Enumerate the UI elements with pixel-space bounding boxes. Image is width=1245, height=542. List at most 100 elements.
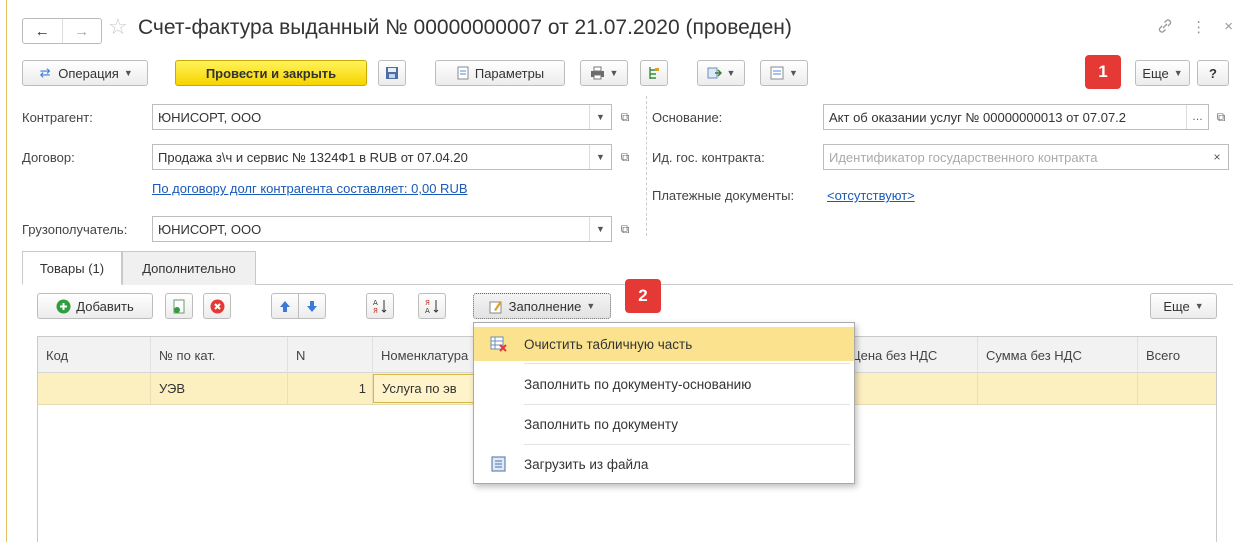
- menu-item-fill-by-basis[interactable]: Заполнить по документу-основанию: [474, 367, 854, 401]
- more-vertical-icon[interactable]: ⋮: [1191, 18, 1206, 38]
- contract-label: Договор:: [22, 150, 75, 165]
- column-header[interactable]: Код: [38, 337, 151, 373]
- menu-separator: [524, 444, 850, 445]
- arrow-down-icon: [307, 300, 317, 312]
- payment-docs-link[interactable]: <отсутствуют>: [827, 188, 915, 203]
- cell-catalog-number[interactable]: УЭВ: [151, 373, 288, 404]
- annotation-badge-1: 1: [1085, 55, 1121, 89]
- load-file-icon: [491, 456, 506, 472]
- column-header[interactable]: Всего: [1138, 337, 1218, 373]
- help-label: ?: [1209, 65, 1217, 81]
- help-button[interactable]: ?: [1197, 60, 1229, 86]
- gov-contract-input[interactable]: Идентификатор государственного контракта…: [823, 144, 1229, 170]
- open-basis-icon[interactable]: ⧉: [1211, 104, 1231, 130]
- delete-icon: [210, 299, 224, 313]
- menu-separator: [524, 363, 850, 364]
- save-button[interactable]: [378, 60, 406, 86]
- menu-item-label: Заполнить по документу: [524, 416, 678, 432]
- post-and-close-button[interactable]: Провести и закрыть: [175, 60, 367, 86]
- svg-text:Я: Я: [373, 307, 378, 314]
- tab-additional[interactable]: Дополнительно: [122, 251, 256, 285]
- column-header[interactable]: № по кат.: [151, 337, 288, 373]
- move-up-button[interactable]: [271, 293, 299, 319]
- menu-item-label: Заполнить по документу-основанию: [524, 376, 752, 392]
- svg-text:А: А: [373, 299, 378, 307]
- printer-icon: [590, 66, 604, 80]
- create-based-on-button[interactable]: ▼: [697, 60, 745, 86]
- sort-desc-button[interactable]: ЯА: [418, 293, 446, 319]
- fill-icon: [489, 300, 502, 313]
- counterparty-value: ЮНИСОРТ, ООО: [158, 109, 262, 125]
- cell-sum[interactable]: [978, 373, 1138, 404]
- cell-total[interactable]: [1138, 373, 1218, 404]
- structure-icon: [649, 67, 659, 79]
- cell-price[interactable]: [843, 373, 978, 404]
- add-row-button[interactable]: Добавить: [37, 293, 153, 319]
- tab-goods[interactable]: Товары (1): [22, 251, 122, 285]
- svg-text:А: А: [425, 307, 430, 314]
- operation-button[interactable]: ⇄ Операция ▼: [22, 60, 148, 86]
- forward-button[interactable]: →: [61, 19, 102, 43]
- back-button[interactable]: ←: [23, 19, 62, 43]
- open-contract-icon[interactable]: ⧉: [615, 144, 635, 170]
- consignee-field[interactable]: ЮНИСОРТ, ООО ▼: [152, 216, 612, 242]
- basis-value: Акт об оказании услуг № 00000000013 от 0…: [829, 109, 1127, 125]
- menu-item-load-from-file[interactable]: Загрузить из файла: [474, 447, 854, 481]
- chevron-down-icon: ▼: [123, 68, 133, 78]
- cell-line-number[interactable]: 1: [288, 373, 373, 404]
- column-header[interactable]: N: [288, 337, 373, 373]
- more-button[interactable]: Еще ▼: [1135, 60, 1190, 86]
- fill-button[interactable]: Заполнение ▼: [473, 293, 611, 319]
- basis-label: Основание:: [652, 110, 723, 125]
- report-button[interactable]: ▼: [760, 60, 808, 86]
- consignee-label: Грузополучатель:: [22, 222, 128, 237]
- open-consignee-icon[interactable]: ⧉: [615, 216, 635, 242]
- delete-row-button[interactable]: [203, 293, 231, 319]
- print-button[interactable]: ▼: [580, 60, 628, 86]
- chevron-down-icon: ▼: [789, 68, 798, 78]
- payment-docs-label: Платежные документы:: [652, 188, 795, 203]
- contract-field[interactable]: Продажа з\ч и сервис № 1324Ф1 в RUB от 0…: [152, 144, 612, 170]
- menu-item-label: Загрузить из файла: [524, 456, 649, 472]
- window-border: [6, 0, 7, 542]
- chevron-down-icon: ▼: [1194, 301, 1204, 311]
- link-icon[interactable]: [1157, 18, 1173, 38]
- counterparty-field[interactable]: ЮНИСОРТ, ООО ▼: [152, 104, 612, 130]
- nav-buttons: ← →: [22, 18, 102, 44]
- tab-goods-label: Товары (1): [39, 260, 105, 276]
- debt-link[interactable]: По договору долг контрагента составляет:…: [152, 181, 468, 196]
- menu-item-clear-table[interactable]: Очистить табличную часть: [474, 327, 854, 361]
- sort-asc-button[interactable]: АЯ: [366, 293, 394, 319]
- menu-item-fill-by-document[interactable]: Заполнить по документу: [474, 407, 854, 441]
- sort-ascending-icon: АЯ: [373, 299, 387, 314]
- post-and-close-label: Провести и закрыть: [205, 65, 337, 81]
- column-separator: [646, 96, 647, 236]
- chevron-down-icon[interactable]: ▼: [589, 145, 611, 169]
- basis-field[interactable]: Акт об оказании услуг № 00000000013 от 0…: [823, 104, 1209, 130]
- contract-value: Продажа з\ч и сервис № 1324Ф1 в RUB от 0…: [158, 149, 468, 165]
- column-header[interactable]: Цена без НДС: [843, 337, 978, 373]
- page-title: Счет-фактура выданный № 00000000007 от 2…: [138, 16, 792, 39]
- add-label: Добавить: [76, 298, 134, 314]
- table-more-label: Еще: [1163, 298, 1190, 314]
- close-icon[interactable]: ×: [1224, 18, 1233, 38]
- structure-button[interactable]: [640, 60, 668, 86]
- gov-contract-placeholder: Идентификатор государственного контракта: [829, 149, 1098, 165]
- gov-contract-label: Ид. гос. контракта:: [652, 150, 765, 165]
- favorite-star-icon[interactable]: ☆: [108, 14, 128, 40]
- fill-label: Заполнение: [508, 298, 582, 314]
- cell-code[interactable]: [38, 373, 151, 404]
- open-counterparty-icon[interactable]: ⧉: [615, 104, 635, 130]
- parameters-button[interactable]: Параметры: [435, 60, 565, 86]
- column-header[interactable]: Сумма без НДС: [978, 337, 1138, 373]
- chevron-down-icon[interactable]: ▼: [589, 105, 611, 129]
- chevron-down-icon[interactable]: ▼: [589, 217, 611, 241]
- sort-descending-icon: ЯА: [425, 299, 439, 314]
- select-ellipsis-icon[interactable]: …: [1186, 105, 1208, 129]
- copy-row-button[interactable]: [165, 293, 193, 319]
- table-more-button[interactable]: Еще ▼: [1150, 293, 1217, 319]
- move-down-button[interactable]: [298, 293, 326, 319]
- annotation-badge-2: 2: [625, 279, 661, 313]
- clear-icon[interactable]: ×: [1206, 145, 1228, 169]
- window-controls: ⋮ ×: [1157, 18, 1233, 38]
